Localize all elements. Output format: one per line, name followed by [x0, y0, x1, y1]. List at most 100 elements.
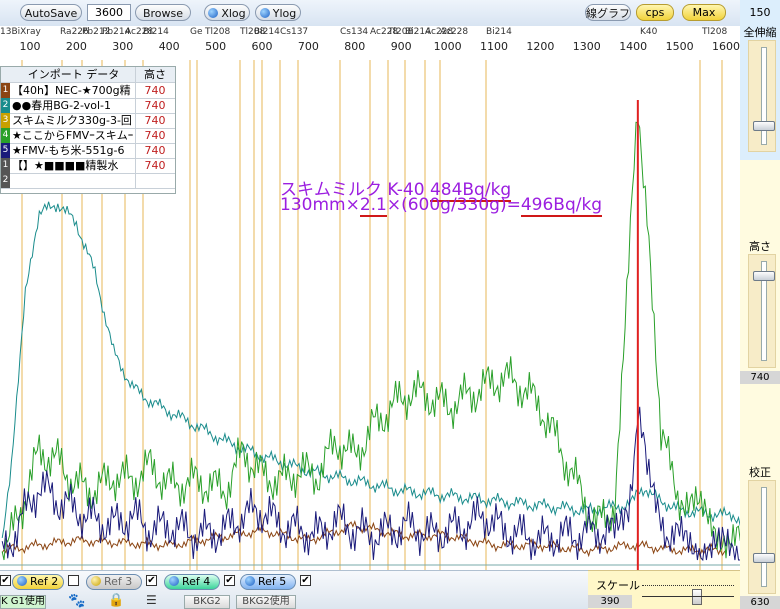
full-zoom-slider[interactable]: [748, 40, 776, 152]
ref2-button[interactable]: Ref 2: [12, 574, 64, 590]
top-toolbar: AutoSave 3600 Browse Xlog Ylog 線グラフ cps …: [0, 0, 740, 27]
ylog-radio-icon: [259, 8, 270, 18]
legend-header: インポート データ 高さ: [1, 67, 175, 83]
x-tick-label: 1400: [619, 40, 648, 53]
x-tick-label: 900: [390, 40, 412, 53]
bkg2-use-button[interactable]: BKG2使用: [236, 595, 296, 609]
ref4-button[interactable]: Ref 4: [164, 574, 220, 590]
legend-row-height: 740: [144, 144, 166, 157]
isotope-label: K40: [640, 27, 658, 37]
x-tick-label: 200: [65, 40, 87, 53]
calibration-label: 校正: [749, 466, 771, 479]
legend-row-number: 5: [1, 143, 10, 158]
calibration-slider[interactable]: [748, 480, 776, 594]
legend-row-name: [12, 173, 136, 188]
ref5-radio-icon: [245, 576, 255, 586]
scale-panel: スケール 390: [588, 570, 740, 609]
calibration-track: [761, 487, 767, 587]
cps-button[interactable]: cps: [636, 4, 674, 21]
x-tick-label: 800: [344, 40, 366, 53]
height-value: 740: [740, 371, 780, 384]
legend-row-height: 740: [144, 84, 166, 97]
x-tick-label: 1600: [712, 40, 740, 53]
bkg1-use-button[interactable]: K G1使用: [0, 595, 46, 609]
time-input[interactable]: 3600: [87, 4, 131, 21]
line-graph-button[interactable]: 線グラフ: [585, 4, 631, 21]
browse-button[interactable]: Browse: [135, 4, 191, 21]
legend-row[interactable]: 1 【】★■■■■精製水 740: [1, 158, 175, 174]
height-label: 高さ: [749, 240, 771, 253]
x-tick-label: 1200: [526, 40, 555, 53]
top-value: 150: [749, 6, 771, 19]
scale-value: 390: [588, 595, 632, 608]
height-thumb[interactable]: [753, 271, 775, 281]
legend-row-number: 3: [1, 113, 10, 128]
legend-row-name: ★ここからFMVｰスキムｰ: [12, 128, 136, 143]
legend-header-value: 高さ: [144, 68, 166, 81]
scale-thumb[interactable]: [692, 589, 702, 605]
x-tick-label: 700: [297, 40, 319, 53]
isotope-label: Bi214: [486, 27, 512, 37]
autosave-button[interactable]: AutoSave: [20, 4, 82, 21]
ref3-checkbox[interactable]: ✔: [146, 575, 157, 586]
list-icon[interactable]: ☰: [146, 593, 157, 607]
legend-row-number: 2: [1, 98, 10, 113]
legend-row-name: 【40h】NEC-★700g精: [12, 83, 136, 98]
ylog-button[interactable]: Ylog: [255, 4, 301, 21]
scale-label: スケール: [596, 579, 640, 592]
calibration-value: 630: [740, 596, 780, 609]
ref5-checkbox[interactable]: ✔: [300, 575, 311, 586]
ref2-checkbox[interactable]: [68, 575, 79, 586]
scale-base: [642, 596, 734, 597]
legend-row-height: [137, 173, 173, 188]
legend-row-number: 1: [1, 158, 10, 173]
channel-axis: 13BiXray Ra226 Pb212 Pb214 Ac228 Bi214 Ge Tl208…: [0, 26, 740, 60]
x-tick-label: 1300: [572, 40, 601, 53]
legend-row-number: 4: [1, 128, 10, 143]
x-tick-label: 1100: [480, 40, 508, 53]
ref4-radio-icon: [169, 576, 179, 586]
legend-row-name: 【】★■■■■精製水: [12, 158, 136, 173]
legend-row[interactable]: 1 【40h】NEC-★700g精 740: [1, 83, 175, 99]
legend-header-name: インポート データ: [12, 67, 136, 82]
legend-row-height: 740: [144, 114, 166, 127]
ref5-button[interactable]: Ref 5: [240, 574, 296, 590]
ref4-checkbox[interactable]: ✔: [224, 575, 235, 586]
legend-row[interactable]: 4 ★ここからFMVｰスキムｰ 740: [1, 128, 175, 144]
x-tick-label: 300: [112, 40, 134, 53]
paw-icon[interactable]: 🐾: [68, 593, 85, 609]
xlog-button[interactable]: Xlog: [204, 4, 250, 21]
import-data-table: インポート データ 高さ 1 【40h】NEC-★700g精 740 2 ●●春用BG-…: [0, 66, 176, 194]
legend-row[interactable]: 2 ●●春用BG-2-vol-1 740: [1, 98, 175, 114]
legend-row-number: 2: [1, 173, 10, 188]
legend-row-height: 740: [144, 129, 166, 142]
ref1-checkbox[interactable]: ✔: [0, 575, 11, 586]
legend-row-height: 740: [144, 99, 166, 112]
isotope-label: Bi214: [254, 27, 280, 37]
legend-row-name: ●●春用BG-2-vol-1: [12, 98, 136, 113]
legend-row[interactable]: 5 ★FMV-もち米-551g-6 740: [1, 143, 175, 159]
x-tick-label: 400: [158, 40, 180, 53]
ref3-button[interactable]: Ref 3: [86, 574, 142, 590]
height-slider[interactable]: [748, 254, 776, 368]
x-tick-label: 100: [19, 40, 41, 53]
annotation-line-2-factor: 2.1: [359, 195, 387, 217]
lock-icon[interactable]: 🔒: [108, 593, 124, 608]
max-button[interactable]: Max: [682, 4, 726, 21]
ref2-radio-icon: [17, 576, 27, 586]
legend-row-name: スキムミルク330g-3-回: [12, 113, 136, 128]
annotation-line-2: 130mm×2.1×(600g/330g)=496Bq/kg: [280, 195, 603, 217]
bkg2-button[interactable]: BKG2: [184, 595, 230, 609]
isotope-label: Cs134: [340, 27, 369, 37]
annotation-line-2-middle: ×(600g/330g)=: [386, 195, 521, 215]
isotope-label: Bi214: [143, 27, 169, 37]
full-zoom-thumb[interactable]: [753, 121, 775, 131]
legend-row[interactable]: 2: [1, 173, 175, 189]
calibration-thumb[interactable]: [753, 553, 775, 563]
legend-row[interactable]: 3 スキムミルク330g-3-回 740: [1, 113, 175, 129]
legend-row-name: ★FMV-もち米-551g-6: [12, 143, 136, 158]
isotope-label: Ge: [190, 27, 203, 37]
x-tick-label: 500: [205, 40, 227, 53]
xlog-radio-icon: [208, 8, 219, 18]
full-zoom-section: 150 全伸縮: [740, 0, 780, 160]
